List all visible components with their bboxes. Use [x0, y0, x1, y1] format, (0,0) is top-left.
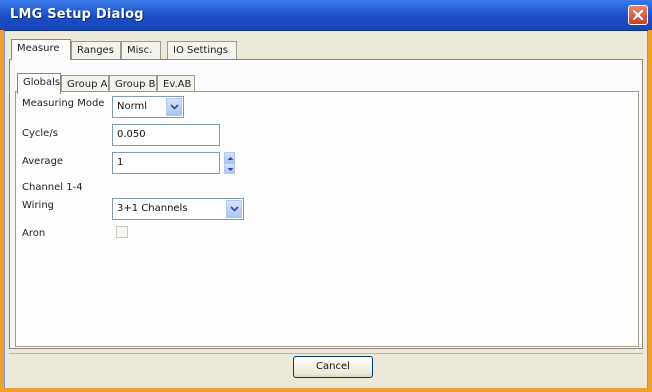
spinner-down-button[interactable]	[224, 163, 235, 174]
chevron-down-icon	[230, 206, 239, 212]
tab-ranges[interactable]: Ranges	[71, 41, 121, 59]
dialog-button-bar: Cancel	[9, 353, 643, 383]
wiring-label: Wiring	[22, 200, 55, 211]
title-bar[interactable]: LMG Setup Dialog	[0, 0, 652, 31]
cycle-input[interactable]: 0.050	[112, 124, 220, 146]
measuring-mode-dropdown-button[interactable]	[166, 98, 182, 116]
setup-dialog-window: LMG Setup Dialog Measure Ranges Misc. IO…	[0, 0, 652, 392]
window-frame-right	[648, 30, 652, 392]
close-x-icon	[632, 9, 644, 21]
cancel-button[interactable]: Cancel	[293, 356, 373, 378]
window-title: LMG Setup Dialog	[10, 7, 144, 22]
wiring-value: 3+1 Channels	[117, 203, 188, 214]
chevron-down-icon	[170, 104, 179, 110]
cycle-label: Cycle/s	[22, 128, 58, 139]
measuring-mode-label: Measuring Mode	[22, 98, 105, 109]
arrow-down-icon	[227, 168, 234, 171]
wiring-dropdown-button[interactable]	[226, 200, 242, 218]
arrow-up-icon	[227, 157, 234, 160]
tab-io-settings[interactable]: IO Settings	[167, 41, 237, 59]
measuring-mode-select[interactable]: Norml	[112, 96, 184, 118]
close-button[interactable]	[628, 5, 648, 25]
globals-tab-panel: Measuring Mode Norml Cycle/s 0.050 Avera…	[15, 91, 639, 347]
measuring-mode-value: Norml	[117, 101, 148, 112]
tab-misc[interactable]: Misc.	[121, 41, 161, 59]
average-spinner[interactable]	[224, 152, 235, 174]
dialog-client-area: Measure Ranges Misc. IO Settings Globals…	[4, 31, 648, 388]
average-input[interactable]: 1	[112, 152, 220, 174]
tab-globals[interactable]: Globals	[17, 73, 61, 94]
aron-checkbox[interactable]	[116, 226, 128, 238]
average-label: Average	[22, 156, 64, 167]
window-frame-bottom	[0, 388, 652, 392]
wiring-select[interactable]: 3+1 Channels	[112, 198, 244, 220]
aron-label: Aron	[22, 228, 46, 239]
tab-measure[interactable]: Measure	[11, 39, 71, 60]
channel-section-label: Channel 1-4	[22, 182, 83, 193]
spinner-up-button[interactable]	[224, 152, 235, 163]
